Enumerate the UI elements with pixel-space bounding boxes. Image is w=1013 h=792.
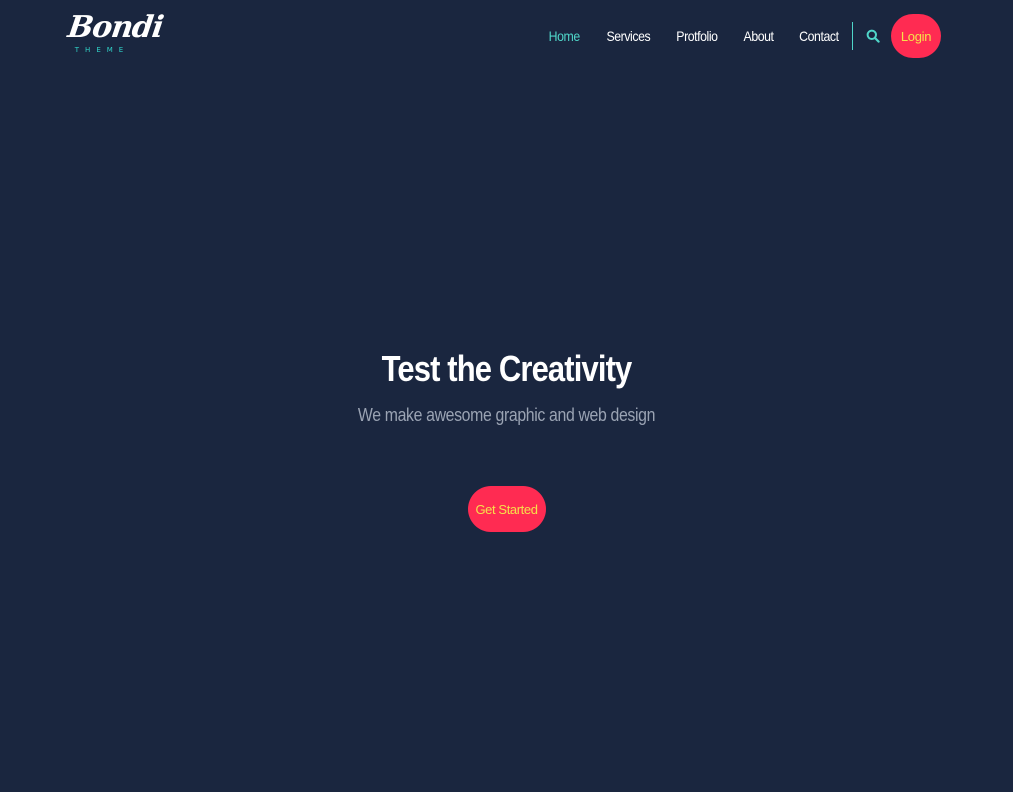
page: Bondi THEME Home Services Protfolio Abou…: [0, 0, 1013, 792]
hero-section: Test the Creativity We make awesome grap…: [0, 340, 1013, 428]
hero-title: Test the Creativity: [381, 348, 633, 389]
cta-container: Get Started: [0, 486, 1013, 532]
nav-item-services[interactable]: Services: [597, 28, 659, 44]
hero-subtitle: We make awesome graphic and web design: [357, 405, 656, 425]
nav-item-about[interactable]: About: [734, 28, 782, 44]
nav-divider: [852, 22, 853, 50]
nav-item-portfolio[interactable]: Protfolio: [667, 28, 727, 44]
search-icon[interactable]: [865, 28, 881, 44]
site-header: Bondi THEME Home Services Protfolio Abou…: [0, 0, 1013, 72]
nav-item-home[interactable]: Home: [540, 28, 590, 44]
logo-subtitle: THEME: [74, 46, 130, 54]
get-started-button[interactable]: Get Started: [467, 486, 546, 532]
logo-wordmark: Bondi: [65, 10, 166, 45]
main-nav: Home Services Protfolio About Contact Lo…: [536, 14, 941, 58]
nav-item-contact[interactable]: Contact: [790, 28, 848, 44]
brand-logo[interactable]: Bondi THEME: [65, 10, 166, 62]
login-button[interactable]: Login: [891, 14, 941, 58]
